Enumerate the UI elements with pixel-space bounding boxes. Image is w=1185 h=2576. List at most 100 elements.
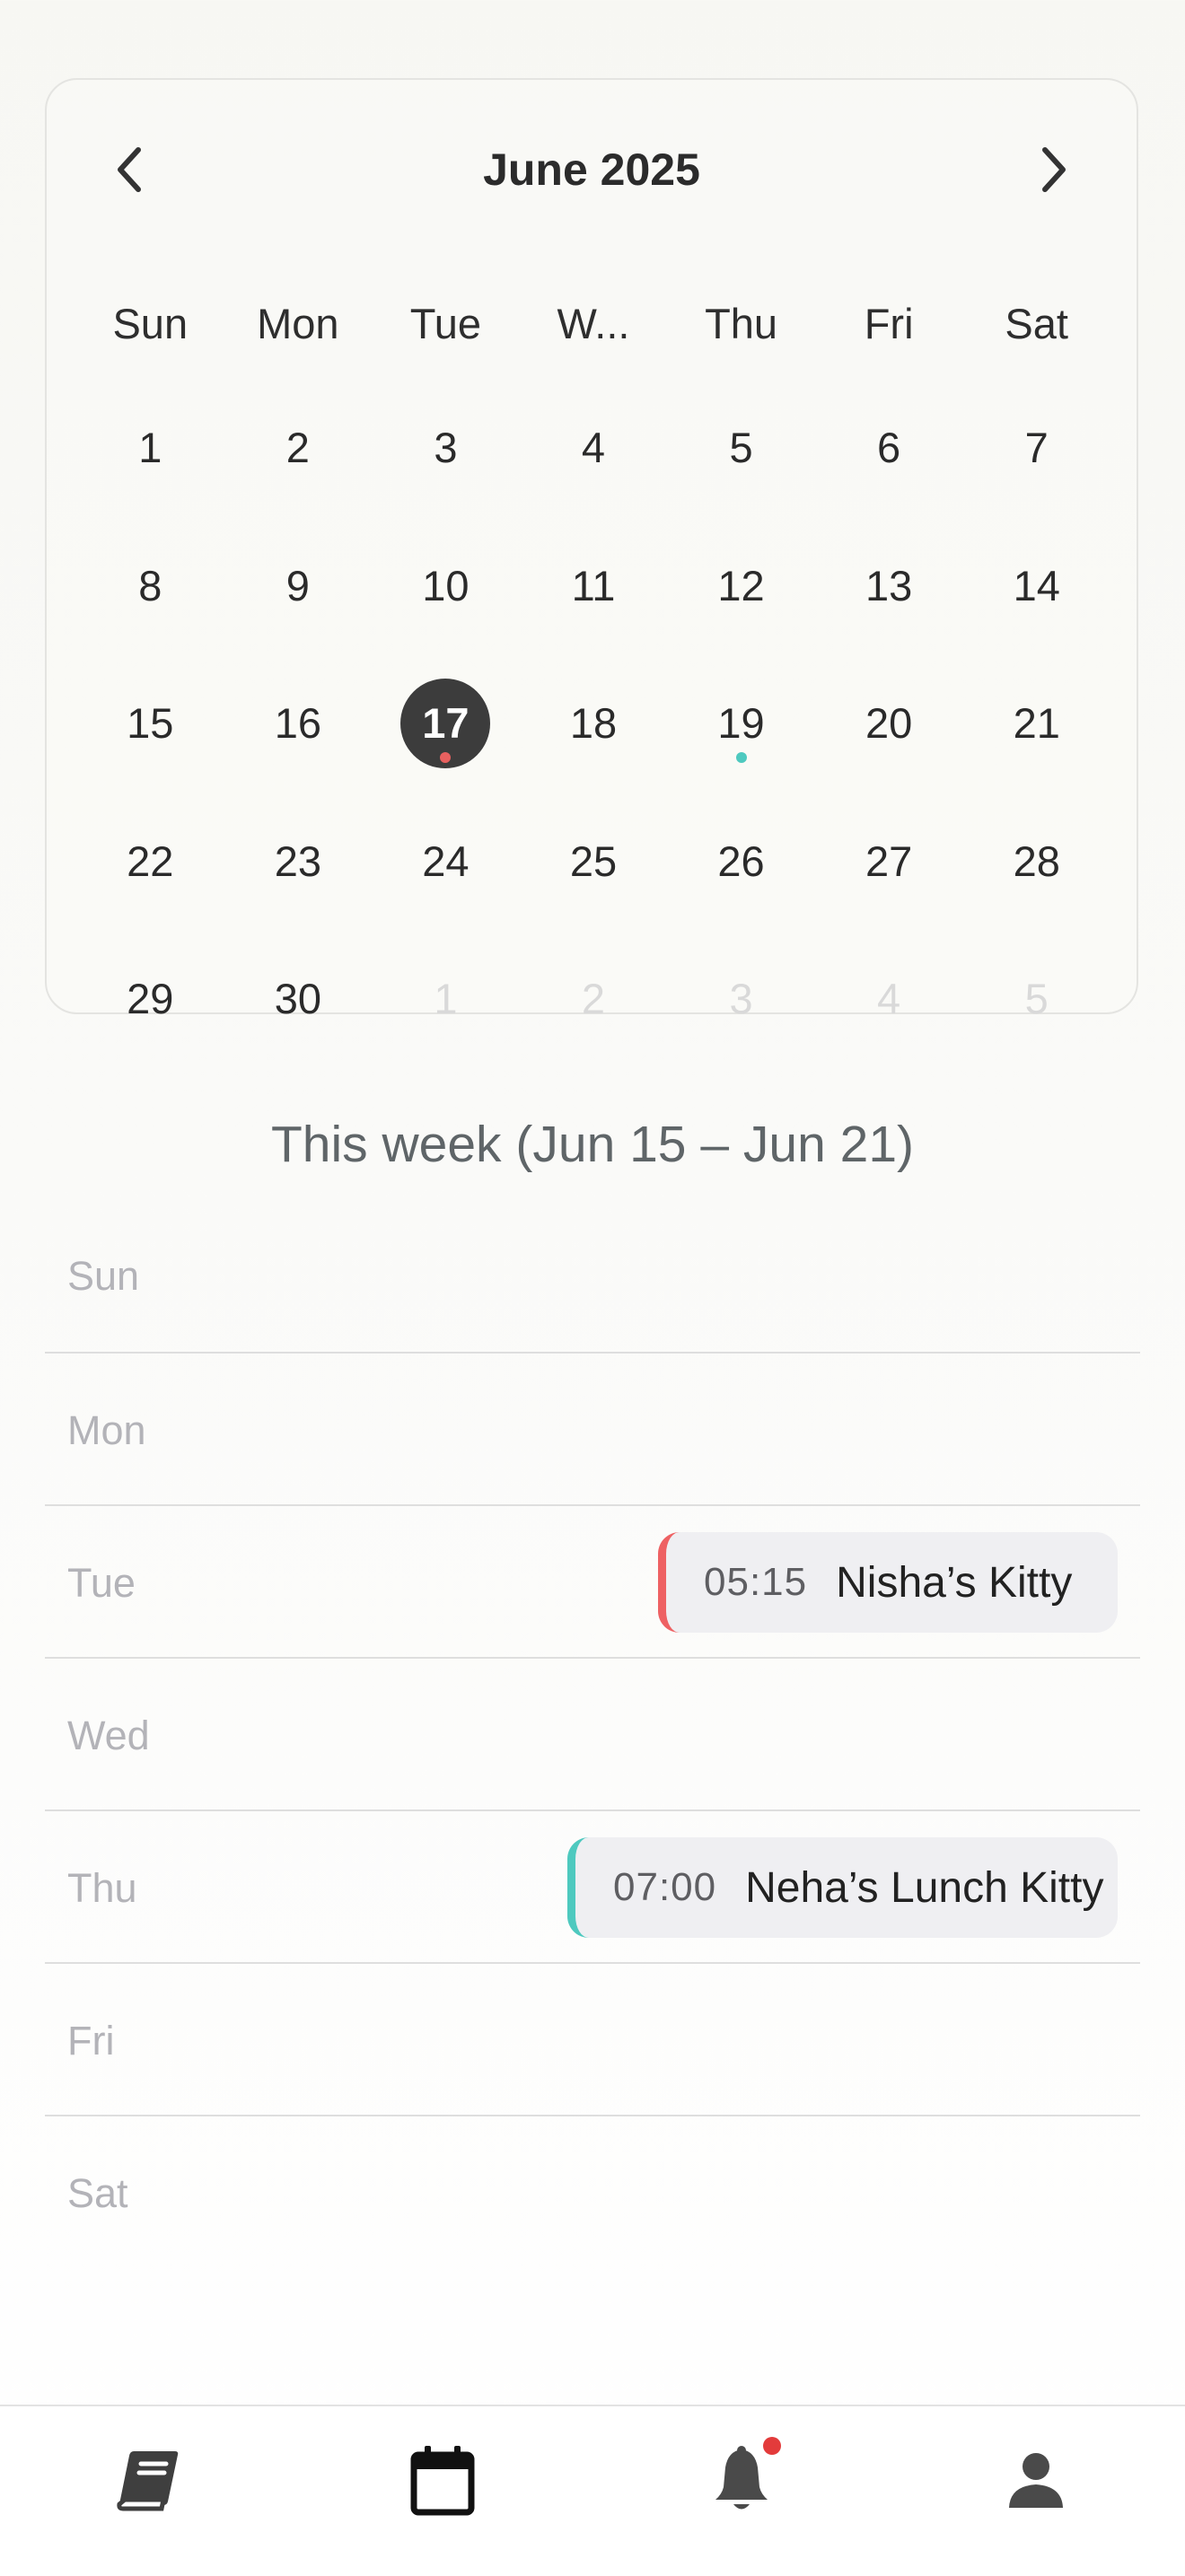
tab-profile[interactable] — [982, 2426, 1090, 2534]
tab-calendar[interactable] — [389, 2426, 496, 2534]
week-title: This week (Jun 15 – Jun 21) — [270, 1116, 915, 1173]
week-list: Sun Mon Tue 05:15 Nisha’s Kitty Wed Thu 07:00 Ne… — [45, 1199, 1140, 2269]
week-day-label: Fri — [67, 2018, 115, 2063]
calendar-day[interactable]: 20 — [815, 679, 963, 817]
day-number: 5 — [729, 424, 753, 471]
weekday-label: Sat — [1005, 300, 1068, 347]
event-title: Nisha’s Kitty — [836, 1558, 1073, 1607]
calendar-day[interactable]: 1 — [76, 403, 224, 541]
calendar-day[interactable]: 12 — [667, 541, 815, 679]
tab-notifications[interactable] — [688, 2426, 795, 2534]
weekday-label: Thu — [705, 300, 778, 347]
calendar-day[interactable]: 30 — [224, 954, 373, 1092]
day-number: 8 — [138, 561, 162, 609]
calendar-day[interactable]: 13 — [815, 541, 963, 679]
day-number: 26 — [717, 837, 765, 885]
calendar-day[interactable]: 6 — [815, 403, 963, 541]
calendar-day[interactable]: 29 — [76, 954, 224, 1092]
calendar-day[interactable]: 14 — [962, 541, 1110, 679]
calendar-icon — [410, 2446, 475, 2516]
weekday-label: Fri — [864, 300, 914, 347]
calendar-day[interactable]: 15 — [76, 679, 224, 817]
next-month-button[interactable] — [1018, 134, 1090, 206]
event-card[interactable]: 05:15 Nisha’s Kitty — [658, 1532, 1118, 1633]
event-card[interactable]: 07:00 Neha’s Lunch Kitty — [567, 1837, 1118, 1938]
calendar-day[interactable]: 16 — [224, 679, 373, 817]
day-number: 10 — [422, 561, 470, 609]
day-number: 9 — [285, 561, 310, 609]
weekday-header-row: Sun Mon Tue W... Thu Fri Sat — [76, 288, 1110, 360]
calendar-day[interactable]: 18 — [520, 679, 668, 817]
calendar-day[interactable]: 5 — [667, 403, 815, 541]
calendar-day[interactable]: 19 — [667, 679, 815, 817]
week-day-row: Tue 05:15 Nisha’s Kitty — [45, 1506, 1140, 1659]
day-number: 24 — [422, 837, 470, 885]
bottom-tab-bar — [0, 2405, 1185, 2576]
calendar-day[interactable]: 26 — [667, 817, 815, 955]
day-number: 4 — [877, 975, 901, 1022]
weekday-label: Sun — [112, 300, 189, 347]
calendar-day[interactable]: 24 — [372, 817, 520, 955]
calendar-day[interactable]: 21 — [962, 679, 1110, 817]
calendar-day[interactable]: 7 — [962, 403, 1110, 541]
day-number: 22 — [127, 837, 174, 885]
day-number: 23 — [274, 837, 321, 885]
day-number: 29 — [127, 975, 174, 1022]
day-number: 16 — [274, 699, 321, 747]
day-number: 12 — [717, 561, 765, 609]
day-number: 5 — [1024, 975, 1049, 1022]
bell-icon — [715, 2446, 768, 2510]
week-day-label: Tue — [67, 1560, 136, 1606]
event-time: 07:00 — [613, 1865, 717, 1909]
day-number: 6 — [877, 424, 901, 471]
event-title: Neha’s Lunch Kitty — [745, 1863, 1104, 1912]
person-icon — [1009, 2453, 1063, 2508]
day-number: 4 — [581, 424, 606, 471]
calendar-day[interactable]: 27 — [815, 817, 963, 955]
day-number: 21 — [1013, 699, 1060, 747]
week-day-label: Thu — [67, 1865, 137, 1911]
month-calendar: June 2025 Sun Mon Tue W... Thu Fri Sat 1… — [45, 78, 1138, 1022]
day-number: 18 — [569, 699, 618, 747]
calendar-day[interactable]: 23 — [224, 817, 373, 955]
day-number: 20 — [865, 699, 913, 747]
calendar-day[interactable]: 10 — [372, 541, 520, 679]
day-number: 2 — [581, 975, 606, 1022]
month-title: June 2025 — [483, 145, 700, 195]
calendar-day-selected[interactable]: 17 — [372, 679, 520, 817]
day-number: 13 — [865, 561, 913, 609]
week-day-row: Thu 07:00 Neha’s Lunch Kitty — [45, 1811, 1140, 1964]
calendar-day-outside-month[interactable]: 3 — [667, 954, 815, 1092]
calendar-day[interactable]: 11 — [520, 541, 668, 679]
day-number: 7 — [1024, 424, 1049, 471]
event-time: 05:15 — [704, 1560, 808, 1604]
week-day-row: Sat — [45, 2116, 1140, 2269]
notification-badge — [763, 2437, 781, 2455]
calendar-day-outside-month[interactable]: 4 — [815, 954, 963, 1092]
calendar-day[interactable]: 9 — [224, 541, 373, 679]
day-number: 14 — [1013, 561, 1060, 609]
week-day-row: Mon — [45, 1354, 1140, 1506]
calendar-day[interactable]: 2 — [224, 403, 373, 541]
calendar-header: June 2025 — [47, 80, 1137, 241]
calendar-day-outside-month[interactable]: 1 — [372, 954, 520, 1092]
week-day-label: Sat — [67, 2170, 128, 2216]
day-number: 25 — [569, 837, 618, 885]
day-number: 30 — [274, 975, 321, 1022]
calendar-day[interactable]: 25 — [520, 817, 668, 955]
calendar-day[interactable]: 28 — [962, 817, 1110, 955]
calendar-day[interactable]: 22 — [76, 817, 224, 955]
calendar-day-outside-month[interactable]: 2 — [520, 954, 668, 1092]
week-day-label: Mon — [67, 1407, 146, 1453]
day-number: 1 — [138, 424, 162, 471]
calendar-day[interactable]: 8 — [76, 541, 224, 679]
day-number: 27 — [865, 837, 913, 885]
tab-journal[interactable] — [94, 2426, 202, 2534]
day-number: 15 — [127, 699, 174, 747]
calendar-day-outside-month[interactable]: 5 — [962, 954, 1110, 1092]
calendar-day[interactable]: 4 — [520, 403, 668, 541]
calendar-day[interactable]: 3 — [372, 403, 520, 541]
day-number: 11 — [571, 561, 616, 609]
week-day-label: Wed — [67, 1713, 150, 1758]
day-number: 1 — [434, 975, 458, 1022]
